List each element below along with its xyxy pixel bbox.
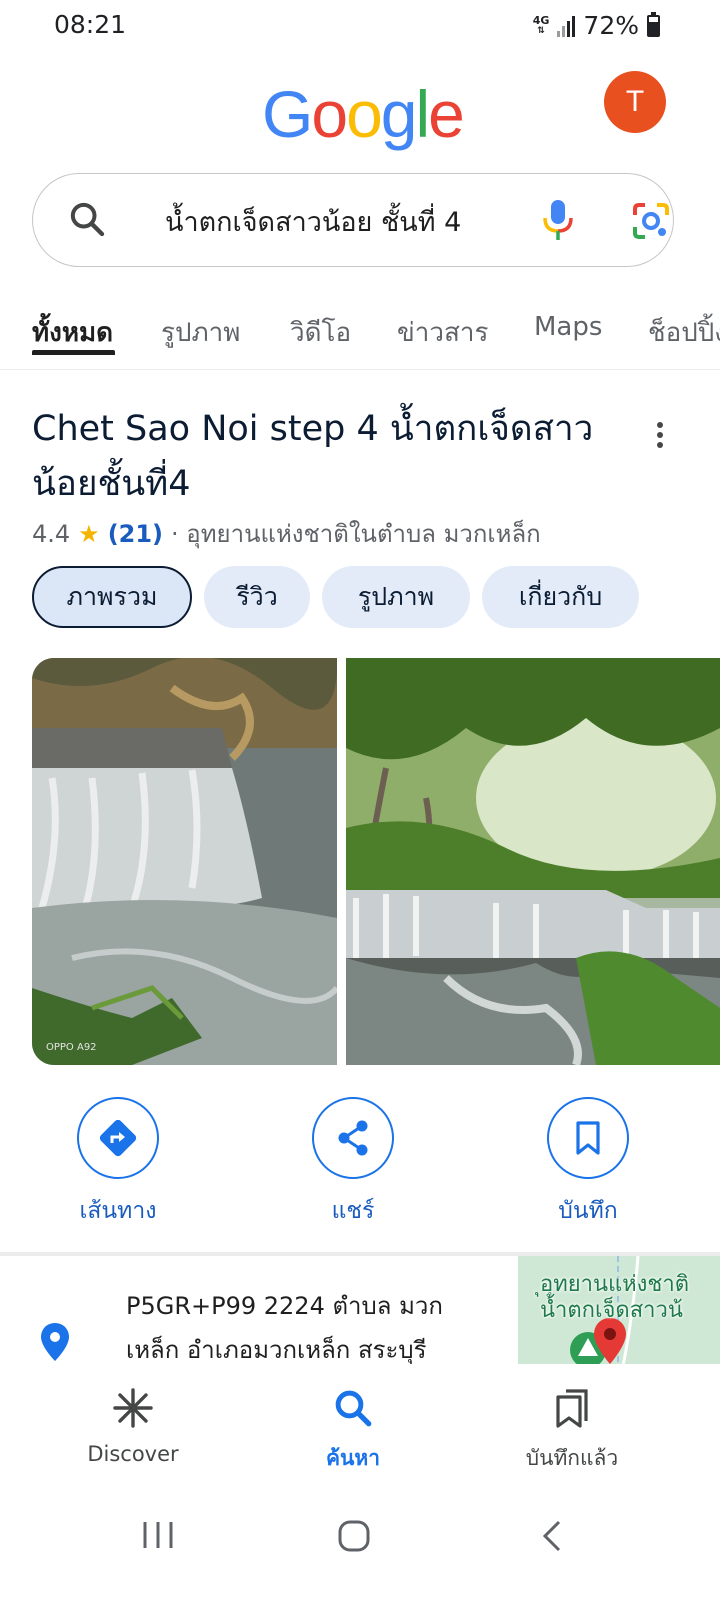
google-logo[interactable]: Google [262, 76, 465, 152]
directions-button[interactable]: เส้นทาง [38, 1097, 198, 1229]
save-label: บันทึก [558, 1198, 618, 1224]
logo-letter: e [428, 77, 465, 151]
directions-label: เส้นทาง [79, 1198, 157, 1224]
logo-letter: o [311, 77, 348, 151]
nav-saved[interactable]: บันทึกแล้ว [492, 1386, 652, 1475]
chip-photos[interactable]: รูปภาพ [322, 566, 470, 628]
signal-icon [557, 15, 576, 37]
search-bar[interactable]: น้ำตกเจ็ดสาวน้อย ชั้นที่ 4 [32, 173, 674, 267]
share-button[interactable]: แชร์ [273, 1097, 433, 1229]
rating-value: 4.4 [32, 519, 71, 548]
place-photo-1[interactable]: OPPO A92 [32, 658, 337, 1065]
search-icon [70, 202, 105, 237]
bookmark-icon [576, 1121, 600, 1155]
nav-discover[interactable]: Discover [53, 1386, 213, 1466]
tab-images[interactable]: รูปภาพ [161, 312, 240, 353]
status-icons: 4G ⇅ 72% [533, 11, 660, 40]
map-thumbnail[interactable]: ุอุทยานแห่งชาติ น้ำตกเจ็ดสาวน้ [518, 1256, 720, 1366]
nav-saved-label: บันทึกแล้ว [525, 1446, 619, 1470]
bottom-navigation: Discover ค้นหา บันทึกแล้ว [0, 1364, 720, 1490]
map-label-waterfall: น้ำตกเจ็ดสาวน้ [540, 1298, 683, 1323]
back-icon[interactable] [540, 1520, 564, 1552]
nav-discover-label: Discover [87, 1442, 179, 1466]
chip-about[interactable]: เกี่ยวกับ [482, 566, 639, 628]
logo-letter: g [380, 77, 418, 151]
microphone-icon[interactable] [541, 198, 575, 244]
active-tab-indicator [32, 350, 115, 355]
tab-shopping[interactable]: ช็อปปิ้ง [648, 312, 720, 353]
logo-letter: o [346, 77, 383, 151]
battery-percent: 72% [583, 11, 639, 40]
save-button[interactable]: บันทึก [508, 1097, 668, 1229]
battery-icon [647, 11, 660, 37]
star-icon: ★ [78, 519, 100, 548]
nav-search[interactable]: ค้นหา [273, 1386, 433, 1475]
share-label: แชร์ [331, 1198, 375, 1224]
place-category: · อุทยานแห่งชาติในตำบล มวกเหล็ก [171, 520, 541, 548]
share-icon [338, 1120, 368, 1156]
asterisk-icon [113, 1388, 153, 1428]
network-type-icon: 4G ⇅ [532, 13, 550, 36]
place-title[interactable]: Chet Sao Noi step 4 น้ำตกเจ็ดสาวน้อยชั้น… [32, 402, 632, 512]
recent-apps-icon[interactable] [141, 1520, 175, 1550]
avatar[interactable]: T [604, 71, 666, 133]
tab-news[interactable]: ข่าวสาร [397, 312, 488, 353]
home-icon[interactable] [337, 1520, 371, 1552]
chip-reviews[interactable]: รีวิว [204, 566, 310, 628]
search-icon [335, 1390, 372, 1427]
nav-search-label: ค้นหา [325, 1446, 381, 1470]
system-navigation-bar [0, 1490, 720, 1600]
place-photo-2[interactable] [346, 658, 720, 1065]
status-bar: 08:21 4G ⇅ 72% [0, 0, 720, 52]
search-query[interactable]: น้ำตกเจ็ดสาวน้อย ชั้นที่ 4 [165, 200, 461, 243]
google-lens-icon[interactable] [631, 201, 671, 241]
photo-watermark: OPPO A92 [46, 1042, 97, 1053]
search-tabs: ทั้งหมด รูปภาพ วิดีโอ ข่าวสาร Maps ช็อปป… [0, 300, 720, 370]
saved-icon [556, 1389, 588, 1428]
directions-icon [99, 1119, 137, 1157]
review-count[interactable]: (21) [108, 520, 163, 548]
tab-maps[interactable]: Maps [534, 312, 602, 342]
logo-letter: l [415, 77, 431, 151]
logo-letter: G [262, 77, 313, 151]
tab-all[interactable]: ทั้งหมด [32, 312, 113, 353]
location-pin-icon [41, 1323, 69, 1361]
tab-videos[interactable]: วิดีโอ [290, 312, 351, 353]
chip-overview[interactable]: ภาพรวม [32, 566, 192, 628]
place-address[interactable]: P5GR+P99 2224 ตำบล มวกเหล็ก อำเภอมวกเหล็… [126, 1284, 496, 1372]
more-options-icon[interactable] [654, 422, 666, 452]
status-time: 08:21 [54, 10, 127, 39]
rating-row: 4.4 ★ (21) · อุทยานแห่งชาติในตำบล มวกเหล… [32, 514, 541, 553]
